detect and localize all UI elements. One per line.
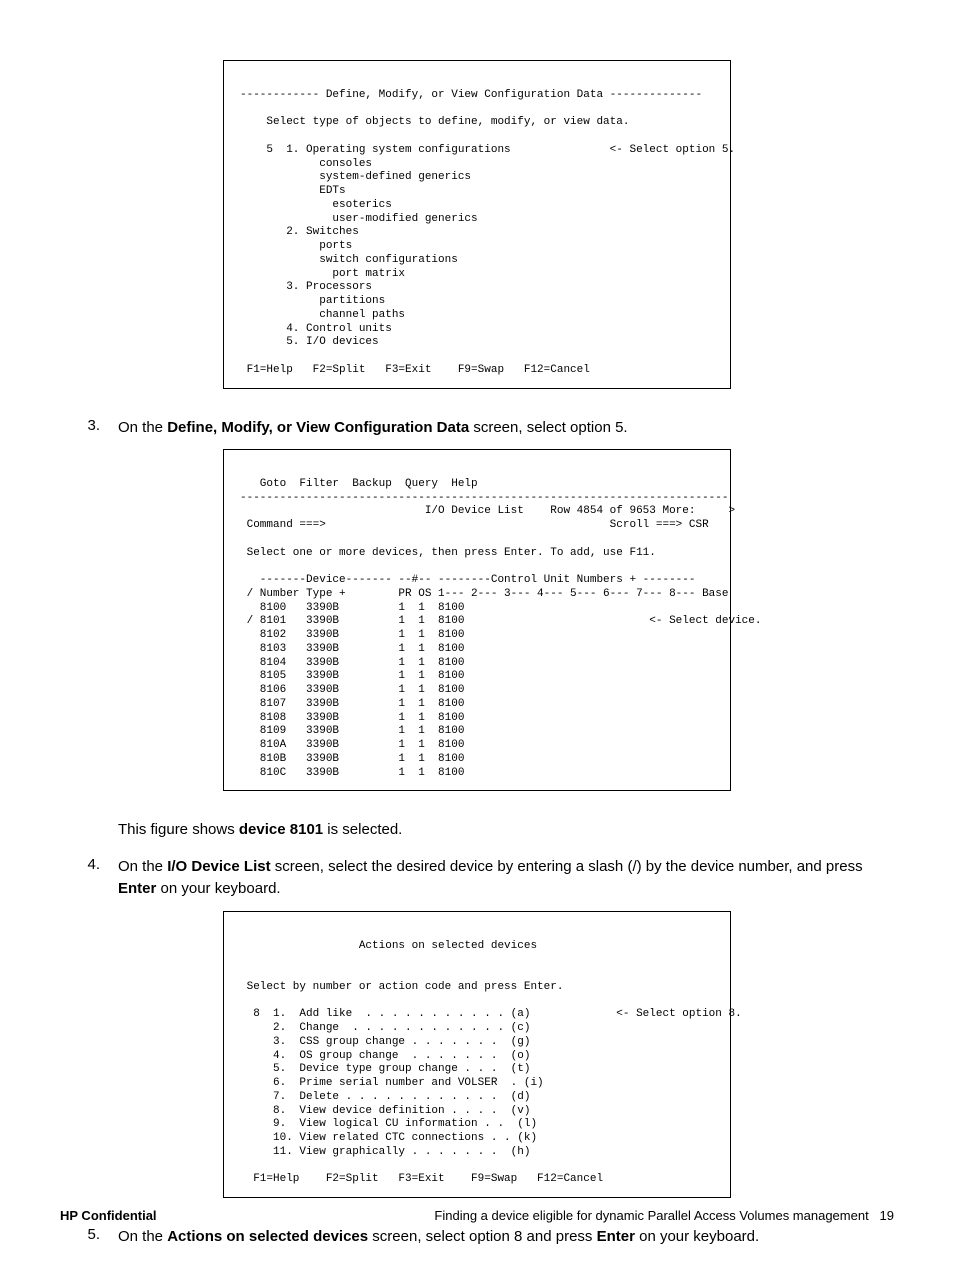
t: on your keyboard.: [635, 1228, 759, 1245]
table-row: 8106 3390B 1 1 8100: [240, 684, 464, 696]
list-item: 8. View device definition . . . . (v): [240, 1105, 530, 1117]
t-bold: Define, Modify, or View Configuration Da…: [167, 419, 469, 436]
table-row: 8100 3390B 1 1 8100: [240, 602, 464, 614]
screen-define-modify: ------------ Define, Modify, or View Con…: [223, 60, 731, 389]
page-number: 19: [880, 1208, 894, 1223]
t: On the: [118, 1228, 167, 1245]
screen3-fkeys: F1=Help F2=Split F3=Exit F9=Swap F12=Can…: [240, 1173, 603, 1185]
t: On the: [118, 419, 167, 436]
t: screen, select option 5.: [469, 419, 627, 436]
screen1-title: ------------ Define, Modify, or View Con…: [240, 89, 702, 101]
screen2-title: I/O Device List Row 4854 of 9653 More: >: [240, 505, 735, 517]
t: screen, select the desired device by ent…: [271, 858, 863, 875]
t-bold: device 8101: [239, 821, 323, 838]
step-number: 4.: [60, 856, 118, 901]
list-item: 2. Change . . . . . . . . . . . . (c): [240, 1022, 530, 1034]
screen1-line: system-defined generics: [240, 171, 471, 183]
table-row: 8105 3390B 1 1 8100: [240, 670, 464, 682]
list-item: 9. View logical CU information . . (l): [240, 1118, 537, 1130]
list-item: 7. Delete . . . . . . . . . . . . (d): [240, 1091, 530, 1103]
footer-confidential: HP Confidential: [60, 1208, 157, 1223]
screen2-instr: Select one or more devices, then press E…: [240, 547, 656, 559]
t: is selected.: [323, 821, 402, 838]
t: screen, select option 8 and press: [368, 1228, 596, 1245]
table-row: / 8101 3390B 1 1 8100 <- Select device.: [240, 615, 762, 627]
step-number: 5.: [60, 1226, 118, 1249]
table-row: 8104 3390B 1 1 8100: [240, 657, 464, 669]
list-item: 6. Prime serial number and VOLSER . (i): [240, 1077, 544, 1089]
screen2-hdr1: -------Device------- --#-- --------Contr…: [240, 574, 695, 586]
list-item: 4. OS group change . . . . . . . (o): [240, 1050, 530, 1062]
screen2-hdr2: / Number Type + PR OS 1--- 2--- 3--- 4--…: [240, 588, 728, 600]
table-row: 8102 3390B 1 1 8100: [240, 629, 464, 641]
screen1-line: switch configurations: [240, 254, 458, 266]
screen-io-device-list: Goto Filter Backup Query Help ----------…: [223, 449, 731, 791]
t: on your keyboard.: [156, 880, 280, 897]
screen1-fkeys: F1=Help F2=Split F3=Exit F9=Swap F12=Can…: [240, 364, 590, 376]
screen1-line: port matrix: [240, 268, 405, 280]
t-bold: Actions on selected devices: [167, 1228, 368, 1245]
screen2-command: Command ===> Scroll ===> CSR: [240, 519, 709, 531]
footer-section-title: Finding a device eligible for dynamic Pa…: [434, 1208, 868, 1223]
footer-right: Finding a device eligible for dynamic Pa…: [434, 1208, 894, 1223]
screen3-instr: Select by number or action code and pres…: [240, 981, 563, 993]
table-row: 8108 3390B 1 1 8100: [240, 712, 464, 724]
t: This figure shows: [118, 821, 239, 838]
step-5: 5. On the Actions on selected devices sc…: [60, 1226, 894, 1249]
screen1-line: 5 1. Operating system configurations <- …: [240, 144, 735, 156]
list-item: 5. Device type group change . . . (t): [240, 1063, 530, 1075]
table-row: 810A 3390B 1 1 8100: [240, 739, 464, 751]
screen1-prompt: Select type of objects to define, modify…: [240, 116, 629, 128]
step-4: 4. On the I/O Device List screen, select…: [60, 856, 894, 901]
t-bold: Enter: [597, 1228, 635, 1245]
screen2-rule: ----------------------------------------…: [240, 492, 728, 504]
figure-caption: This figure shows device 8101 is selecte…: [118, 819, 894, 842]
table-row: 8103 3390B 1 1 8100: [240, 643, 464, 655]
t-bold: Enter: [118, 880, 156, 897]
list-item: 11. View graphically . . . . . . . (h): [240, 1146, 530, 1158]
screen1-line: 3. Processors: [240, 281, 372, 293]
table-row: 8109 3390B 1 1 8100: [240, 725, 464, 737]
screen1-line: ports: [240, 240, 352, 252]
step-number: 3.: [60, 417, 118, 440]
screen1-line: consoles: [240, 158, 372, 170]
step-text: On the Define, Modify, or View Configura…: [118, 417, 894, 440]
table-row: 810B 3390B 1 1 8100: [240, 753, 464, 765]
page-footer: HP Confidential Finding a device eligibl…: [60, 1208, 894, 1223]
screen1-line: 2. Switches: [240, 226, 359, 238]
list-item: 8 1. Add like . . . . . . . . . . . (a) …: [240, 1008, 742, 1020]
step-3: 3. On the Define, Modify, or View Config…: [60, 417, 894, 440]
screen1-line: channel paths: [240, 309, 405, 321]
screen1-line: 4. Control units: [240, 323, 392, 335]
list-item: 10. View related CTC connections . . (k): [240, 1132, 537, 1144]
t-bold: I/O Device List: [167, 858, 270, 875]
t: On the: [118, 858, 167, 875]
step-text: On the Actions on selected devices scree…: [118, 1226, 894, 1249]
screen-actions: Actions on selected devices Select by nu…: [223, 911, 731, 1198]
table-row: 810C 3390B 1 1 8100: [240, 767, 464, 779]
screen1-line: user-modified generics: [240, 213, 478, 225]
screen1-line: esoterics: [240, 199, 392, 211]
screen1-line: partitions: [240, 295, 385, 307]
step-text: On the I/O Device List screen, select th…: [118, 856, 894, 901]
screen3-title: Actions on selected devices: [240, 940, 537, 952]
screen1-line: 5. I/O devices: [240, 336, 379, 348]
table-row: 8107 3390B 1 1 8100: [240, 698, 464, 710]
screen1-line: EDTs: [240, 185, 346, 197]
list-item: 3. CSS group change . . . . . . . (g): [240, 1036, 530, 1048]
screen2-menu: Goto Filter Backup Query Help: [240, 478, 478, 490]
